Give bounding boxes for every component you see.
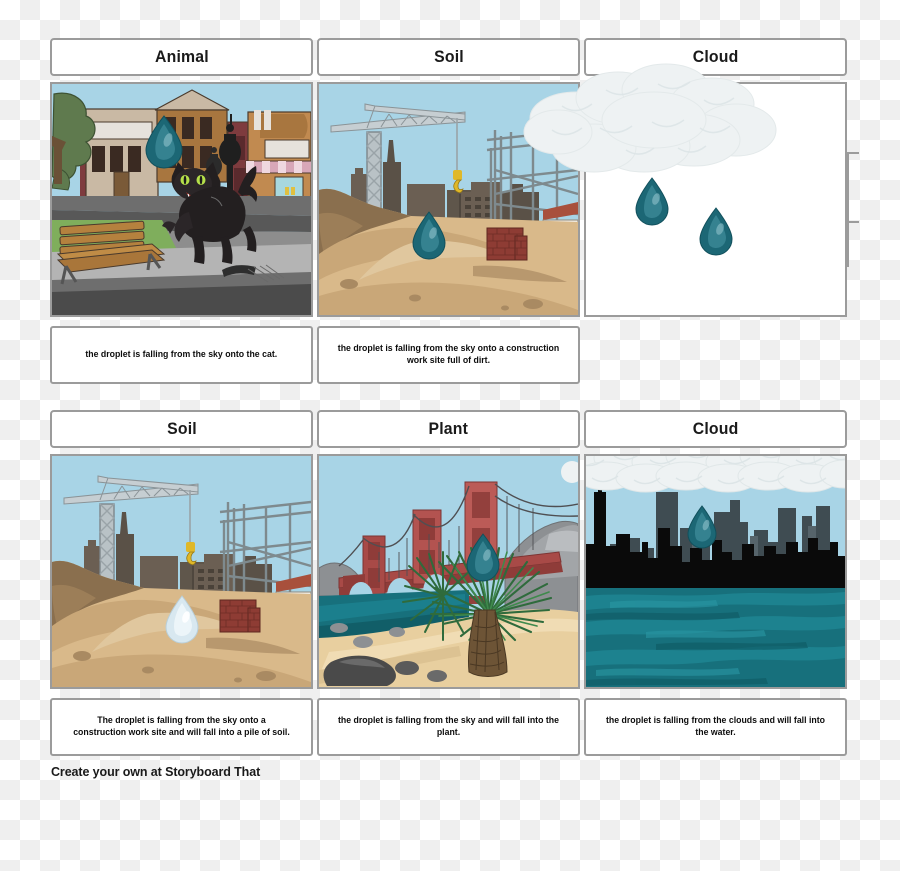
cell-caption-box[interactable]: the droplet is falling from the clouds a… xyxy=(584,698,847,756)
cell-art-panel[interactable] xyxy=(50,82,313,317)
storyboard-cell[interactable]: Animal the droplet is falling from the s… xyxy=(50,38,313,384)
cloud-shape xyxy=(523,63,777,173)
scene-city-skyline-water xyxy=(586,456,845,687)
cell-title: Soil xyxy=(166,419,197,438)
cell-title-box[interactable]: Cloud xyxy=(584,410,847,448)
cell-caption: the droplet is falling from the sky onto… xyxy=(337,342,560,366)
edge-artifact-line xyxy=(847,152,849,267)
storyboard-cell[interactable]: Soil xyxy=(50,410,313,756)
edge-artifact-tick xyxy=(847,152,859,154)
cell-title: Plant xyxy=(428,419,469,438)
cell-title-box[interactable]: Animal xyxy=(50,38,313,76)
scene-city-street-black-cat xyxy=(52,84,311,315)
scene-svg xyxy=(52,84,311,315)
storyboard-cell[interactable]: Plant the droplet is falling from the sk… xyxy=(317,410,580,756)
cell-caption-box[interactable]: the droplet is falling from the sky onto… xyxy=(50,326,313,384)
cell-title: Soil xyxy=(433,47,464,66)
cell-caption: The droplet is falling from the sky onto… xyxy=(73,714,290,738)
cell-title: Animal xyxy=(154,47,209,66)
scene-construction-site-dirt-light-drop xyxy=(52,456,311,687)
cell-caption: the droplet is falling from the sky onto… xyxy=(85,348,278,360)
cell-caption-box[interactable]: The droplet is falling from the sky onto… xyxy=(50,698,313,756)
edge-artifact-tick xyxy=(845,221,859,223)
cell-title-box[interactable]: Soil xyxy=(50,410,313,448)
cell-art-panel[interactable] xyxy=(584,454,847,689)
water-droplet-icon xyxy=(635,177,669,226)
cloud-shape xyxy=(586,456,845,493)
cell-art-panel[interactable] xyxy=(50,454,313,689)
water-droplet-icon xyxy=(699,207,733,256)
storyboard-cell[interactable]: Cloud xyxy=(584,410,847,756)
storyboard-canvas: Animal the droplet is falling from the s… xyxy=(0,0,900,871)
scene-svg xyxy=(52,456,311,687)
scene-svg xyxy=(319,456,578,687)
scene-svg xyxy=(523,63,777,256)
cell-caption-box xyxy=(584,326,847,384)
storyboard-cell[interactable]: Cloud xyxy=(523,38,847,384)
cell-caption-box[interactable]: the droplet is falling from the sky and … xyxy=(317,698,580,756)
scene-white-sky-cloud-rain xyxy=(523,63,845,315)
scene-bridge-beach-palm xyxy=(319,456,578,687)
cloud-band-svg xyxy=(586,456,845,493)
cell-art-panel[interactable] xyxy=(317,454,580,689)
cell-caption: the droplet is falling from the clouds a… xyxy=(605,714,825,738)
storyboard-row: Soil The droplet is falling from the sky… xyxy=(0,410,900,762)
cell-caption: the droplet is falling from the sky and … xyxy=(338,714,559,738)
cell-caption-box[interactable]: the droplet is falling from the sky onto… xyxy=(317,326,580,384)
footer-attribution: Create your own at Storyboard That xyxy=(51,765,261,779)
storyboard-row: Animal the droplet is falling from the s… xyxy=(0,38,900,390)
cell-title-box[interactable]: Plant xyxy=(317,410,580,448)
cell-title: Cloud xyxy=(692,419,739,438)
cell-art-panel[interactable] xyxy=(523,63,847,317)
